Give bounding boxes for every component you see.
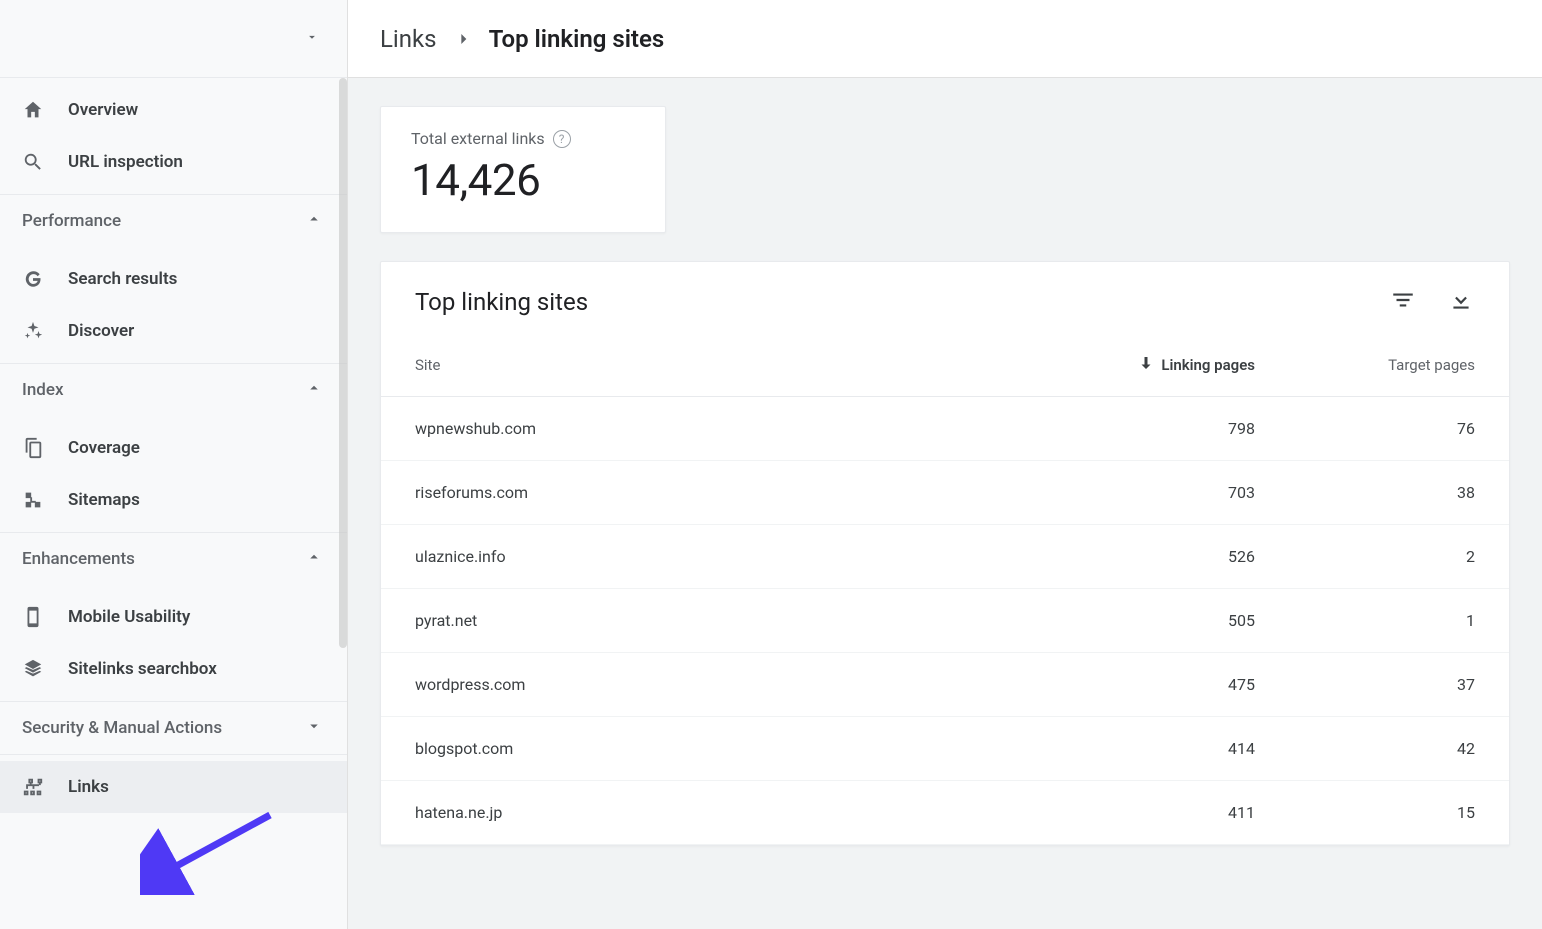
column-header-label: Linking pages [1161,356,1255,374]
cell-linking: 411 [1015,803,1255,822]
sidebar-item-label: Discover [68,321,134,341]
topbar: Links Top linking sites [348,0,1542,78]
google-icon [22,268,68,290]
chevron-right-icon [453,29,473,49]
breadcrumb-leaf: Top linking sites [489,25,665,53]
chevron-up-icon [305,548,323,571]
home-icon [22,99,68,121]
chevron-up-icon [305,210,323,233]
sidebar-item-overview[interactable]: Overview [0,84,347,136]
search-icon [22,151,68,173]
table-row[interactable]: wordpress.com 475 37 [381,653,1509,717]
table-card-top-linking-sites: Top linking sites [380,261,1510,846]
metric-value: 14,426 [411,154,635,206]
cell-target: 76 [1255,419,1475,438]
sort-desc-icon [1137,354,1155,376]
metric-card-total-external-links: Total external links ? 14,426 [380,106,666,233]
sidebar-section-enhancements[interactable]: Enhancements [0,533,347,585]
cell-site: hatena.ne.jp [415,803,1015,822]
table-row[interactable]: blogspot.com 414 42 [381,717,1509,781]
sidebar-section-label: Security & Manual Actions [22,718,222,738]
download-button[interactable] [1447,288,1475,316]
sidebar: Overview URL inspection Performance Sear… [0,0,348,929]
table-row[interactable]: hatena.ne.jp 411 15 [381,781,1509,845]
cell-site: riseforums.com [415,483,1015,502]
cell-target: 38 [1255,483,1475,502]
scrollbar[interactable] [339,78,347,648]
sidebar-section-label: Performance [22,211,121,231]
sidebar-item-label: Sitemaps [68,490,140,510]
table-row[interactable]: ulaznice.info 526 2 [381,525,1509,589]
cell-site: blogspot.com [415,739,1015,758]
filter-button[interactable] [1389,288,1417,316]
cell-site: pyrat.net [415,611,1015,630]
table-row[interactable]: pyrat.net 505 1 [381,589,1509,653]
sidebar-item-url-inspection[interactable]: URL inspection [0,136,347,188]
coverage-icon [22,437,68,459]
chevron-up-icon [305,379,323,402]
chevron-down-icon [305,717,323,740]
column-header-site[interactable]: Site [415,356,1015,374]
sidebar-item-discover[interactable]: Discover [0,305,347,357]
download-icon [1448,287,1474,317]
sidebar-item-label: Links [68,777,109,797]
main-area: Links Top linking sites Total external l… [348,0,1542,929]
sidebar-item-label: Coverage [68,438,140,458]
sidebar-item-coverage[interactable]: Coverage [0,422,347,474]
filter-icon [1390,287,1416,317]
cell-site: wordpress.com [415,675,1015,694]
cell-linking: 526 [1015,547,1255,566]
metric-label: Total external links [411,129,545,148]
cell-target: 2 [1255,547,1475,566]
cell-linking: 798 [1015,419,1255,438]
property-selector[interactable] [0,0,347,78]
links-icon [22,776,68,798]
sidebar-item-sitemaps[interactable]: Sitemaps [0,474,347,526]
cell-site: wpnewshub.com [415,419,1015,438]
cell-target: 42 [1255,739,1475,758]
table-title: Top linking sites [415,288,588,316]
sidebar-item-label: Sitelinks searchbox [68,659,217,679]
breadcrumb-root[interactable]: Links [380,25,437,53]
sidebar-item-label: Overview [68,100,138,120]
cell-target: 37 [1255,675,1475,694]
cell-linking: 475 [1015,675,1255,694]
column-header-target-pages[interactable]: Target pages [1255,356,1475,374]
sidebar-section-label: Index [22,380,64,400]
sidebar-item-search-results[interactable]: Search results [0,253,347,305]
sidebar-item-links[interactable]: Links [0,761,347,813]
cell-linking: 505 [1015,611,1255,630]
sitemaps-icon [22,489,68,511]
sidebar-item-label: Search results [68,269,177,289]
sidebar-section-index[interactable]: Index [0,364,347,416]
mobile-icon [22,606,68,628]
table-header-row: Site Linking pages Target pages [381,324,1509,397]
column-header-linking-pages[interactable]: Linking pages [1015,354,1255,376]
layers-icon [22,658,68,680]
sidebar-item-sitelinks-searchbox[interactable]: Sitelinks searchbox [0,643,347,695]
cell-site: ulaznice.info [415,547,1015,566]
table-row[interactable]: wpnewshub.com 798 76 [381,397,1509,461]
discover-icon [22,320,68,342]
sidebar-section-performance[interactable]: Performance [0,195,347,247]
cell-target: 1 [1255,611,1475,630]
cell-linking: 414 [1015,739,1255,758]
table-row[interactable]: riseforums.com 703 38 [381,461,1509,525]
cell-target: 15 [1255,803,1475,822]
cell-linking: 703 [1015,483,1255,502]
sidebar-item-mobile-usability[interactable]: Mobile Usability [0,591,347,643]
sidebar-section-label: Enhancements [22,549,135,569]
sidebar-section-security-manual[interactable]: Security & Manual Actions [0,702,347,754]
sidebar-item-label: URL inspection [68,152,183,172]
help-icon[interactable]: ? [553,130,571,148]
sidebar-item-label: Mobile Usability [68,607,190,627]
dropdown-icon [305,29,319,48]
